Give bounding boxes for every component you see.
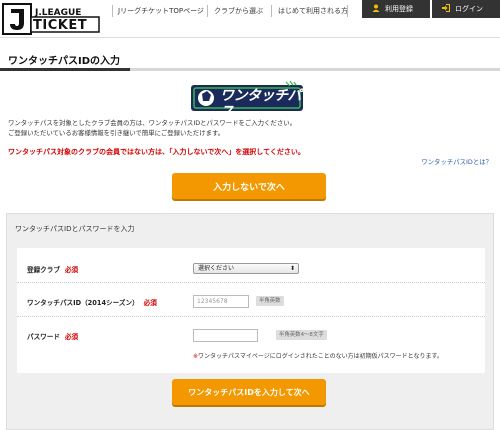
warning-text: ワンタッチパス対象のクラブの会員ではない方は、「入力しないで次へ」を選択してくだ… [8,148,305,156]
form-table: 登録クラブ 必須 選択ください ⬍ ワンタッチパスID（2014シーズン） 必須 1… [17,248,485,373]
id-hint-badge: 半角英数 [256,296,284,306]
register-label: 利用登録 [385,5,413,13]
logo-text-ticket: TICKET [33,18,88,33]
what-is-one-touch-pass-link[interactable]: ワンタッチパスIDとは？ [421,157,492,166]
one-touch-pass-id-input[interactable]: 12345678 [193,295,249,308]
password-hint-badge: 半角英数4～8文字 [276,330,327,340]
required-badge: 必須 [64,333,79,341]
required-badge: 必須 [64,266,79,274]
club-label: 登録クラブ 必須 [27,266,79,274]
register-button[interactable]: 利用登録 [362,0,430,18]
nav-divider [112,5,113,17]
intro-text-line1: ワンタッチパスを対象としたクラブ会員の方は、ワンタッチパスIDとパスワードをご入… [8,119,296,127]
one-touch-pass-logo-text: ワンタッチパス [220,88,302,120]
club-select[interactable]: 選択ください ⬍ [193,263,299,274]
nav-link-clubs[interactable]: クラブから選ぶ [214,0,263,22]
one-touch-pass-logo: ワンタッチパス [190,80,310,120]
user-icon [372,4,380,14]
site-header: J.LEAGUE TICKET JリーグチケットTOPページ クラブから選ぶ は… [0,0,500,38]
login-label: ログイン [455,5,483,13]
logo-text-jleague: J.LEAGUE [35,8,82,18]
password-row: パスワード 必須 半角英数4～8文字 ※ワンタッチパスマイページにログインされたこ… [17,317,485,373]
nav-divider [347,5,348,17]
nav-divider [271,5,272,17]
id-label: ワンタッチパスID（2014シーズン） 必須 [27,299,157,307]
form-panel: ワンタッチパスIDとパスワードを入力 登録クラブ 必須 選択ください ⬍ ワンタッ… [6,213,494,430]
intro-text-line2: ご登録いただいているお客様情報を引き継いで簡単にご登録いただけます。 [8,129,225,137]
nav-link-top[interactable]: JリーグチケットTOPページ [118,0,204,22]
password-label: パスワード 必須 [27,333,79,341]
jleague-ticket-logo[interactable]: J.LEAGUE TICKET [2,3,102,35]
nav-link-first-time[interactable]: はじめて利用される方 [278,0,348,22]
login-button[interactable]: ログイン [432,0,500,18]
id-row: ワンタッチパスID（2014シーズン） 必須 12345678 半角英数 [17,283,485,317]
required-badge: 必須 [143,299,157,307]
page-title: ワンタッチパスIDの入力 [8,56,121,67]
select-arrow-icon: ⬍ [289,265,295,272]
nav-divider [207,5,208,17]
submit-id-button[interactable]: ワンタッチパスIDを入力して次へ [172,379,326,405]
title-underline [0,68,500,71]
club-row: 登録クラブ 必須 選択ください ⬍ [17,248,485,283]
skip-button[interactable]: 入力しないで次へ [172,173,326,199]
form-panel-title: ワンタッチパスIDとパスワードを入力 [15,225,135,233]
password-input[interactable] [193,329,258,342]
password-note: ※ワンタッチパスマイページにログインされたことのない方は初期仮パスワードとなりま… [193,353,443,360]
login-arrow-icon [442,4,450,14]
